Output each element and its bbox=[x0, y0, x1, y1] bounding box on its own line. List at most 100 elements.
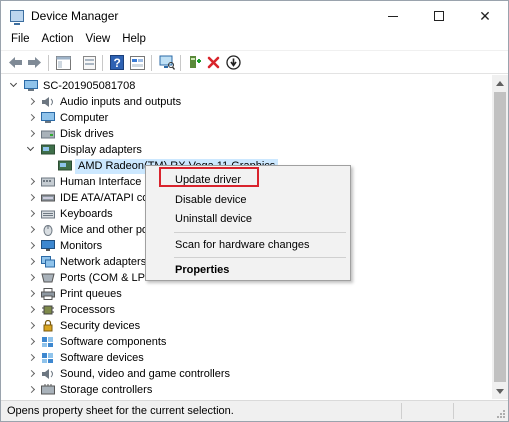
tree-item-label: IDE ATA/ATAPI co bbox=[60, 192, 149, 204]
uninstall-button[interactable] bbox=[205, 54, 222, 71]
menu-separator bbox=[174, 232, 346, 233]
computer-icon bbox=[41, 112, 55, 123]
vertical-scrollbar[interactable] bbox=[492, 75, 508, 399]
expand-chevron-icon[interactable] bbox=[27, 338, 35, 346]
tree-item-label: Display adapters bbox=[60, 144, 142, 156]
expand-chevron-icon[interactable] bbox=[27, 258, 35, 266]
expand-chevron-icon[interactable] bbox=[27, 322, 35, 330]
tree-item-print-queues[interactable]: Print queues bbox=[1, 286, 492, 302]
expand-chevron-icon[interactable] bbox=[27, 242, 35, 250]
scan-hardware-icon bbox=[159, 55, 175, 70]
help-icon: ? bbox=[109, 55, 124, 70]
tree-view-icon bbox=[56, 55, 71, 70]
tree-item-audio[interactable]: Audio inputs and outputs bbox=[1, 94, 492, 110]
uninstall-device-menu-item[interactable]: Uninstall device bbox=[148, 209, 348, 229]
toolbar-separator bbox=[48, 55, 49, 71]
tree-item-software-devices[interactable]: Software devices bbox=[1, 350, 492, 366]
tree-item-processors[interactable]: Processors bbox=[1, 302, 492, 318]
expand-chevron-icon[interactable] bbox=[27, 226, 35, 234]
expand-chevron-icon[interactable] bbox=[27, 210, 35, 218]
toolbar: ? bbox=[1, 50, 508, 74]
tree-item-label: Mice and other po bbox=[60, 224, 149, 236]
update-driver-icon bbox=[226, 55, 241, 70]
disk-icon bbox=[41, 130, 55, 139]
scroll-down-icon bbox=[496, 388, 504, 394]
menu-bar: File Action View Help bbox=[1, 31, 508, 50]
help-button[interactable]: ? bbox=[108, 54, 125, 71]
expand-chevron-icon[interactable] bbox=[27, 178, 35, 186]
tree-item-disk-drives[interactable]: Disk drives bbox=[1, 126, 492, 142]
network-icon bbox=[41, 256, 55, 268]
expand-chevron-icon[interactable] bbox=[27, 114, 35, 122]
software-icon bbox=[42, 337, 53, 347]
keyboard-icon bbox=[41, 210, 55, 219]
collapse-chevron-icon[interactable] bbox=[10, 82, 18, 90]
scan-hardware-menu-item[interactable]: Scan for hardware changes bbox=[148, 235, 348, 255]
status-bar: Opens property sheet for the current sel… bbox=[1, 400, 508, 421]
expand-chevron-icon[interactable] bbox=[27, 354, 35, 362]
show-hidden-button[interactable] bbox=[129, 54, 146, 71]
printer-icon bbox=[41, 288, 55, 300]
properties-button[interactable] bbox=[81, 54, 98, 71]
menu-file[interactable]: File bbox=[1, 31, 36, 50]
toolbar-separator bbox=[180, 55, 181, 71]
status-separator bbox=[401, 403, 402, 419]
storage-icon bbox=[41, 384, 55, 395]
expand-chevron-icon[interactable] bbox=[27, 274, 35, 282]
resize-grip-icon[interactable] bbox=[496, 409, 506, 419]
tree-item-sound-video[interactable]: Sound, video and game controllers bbox=[1, 366, 492, 382]
expand-chevron-icon[interactable] bbox=[27, 306, 35, 314]
menu-view[interactable]: View bbox=[80, 31, 117, 50]
tree-item-software-components[interactable]: Software components bbox=[1, 334, 492, 350]
expand-chevron-icon[interactable] bbox=[27, 98, 35, 106]
expand-chevron-icon[interactable] bbox=[27, 290, 35, 298]
add-driver-button[interactable] bbox=[186, 54, 203, 71]
disable-device-menu-item[interactable]: Disable device bbox=[148, 190, 348, 210]
scroll-up-button[interactable] bbox=[492, 75, 508, 91]
ide-icon bbox=[41, 194, 55, 202]
tree-view-button[interactable] bbox=[55, 54, 72, 71]
monitor-icon bbox=[41, 240, 55, 251]
close-button[interactable]: ✕ bbox=[462, 1, 508, 31]
scan-hardware-button[interactable] bbox=[158, 54, 175, 71]
status-separator bbox=[453, 403, 454, 419]
window-title: Device Manager bbox=[31, 9, 119, 23]
software-icon bbox=[42, 353, 53, 363]
expand-chevron-icon[interactable] bbox=[27, 130, 35, 138]
highlight-annotation-box bbox=[159, 167, 259, 187]
expand-chevron-icon[interactable] bbox=[27, 194, 35, 202]
scroll-thumb[interactable] bbox=[494, 92, 506, 382]
maximize-button[interactable] bbox=[416, 1, 462, 31]
uninstall-icon bbox=[207, 56, 220, 69]
computer-root-icon bbox=[24, 80, 38, 91]
expand-chevron-icon[interactable] bbox=[27, 386, 35, 394]
tree-item-label: Storage controllers bbox=[60, 384, 153, 396]
back-button[interactable] bbox=[7, 54, 24, 71]
tree-root[interactable]: SC-201905081708 bbox=[1, 78, 492, 94]
scroll-down-button[interactable] bbox=[492, 383, 508, 399]
properties-menu-item[interactable]: Properties bbox=[148, 260, 348, 280]
update-driver-button[interactable] bbox=[225, 54, 242, 71]
tree-item-label: Print queues bbox=[60, 288, 122, 300]
tree-item-display-adapters[interactable]: Display adapters bbox=[1, 142, 492, 158]
menu-action[interactable]: Action bbox=[36, 31, 80, 50]
expand-chevron-icon[interactable] bbox=[27, 370, 35, 378]
tree-item-storage-controllers[interactable]: Storage controllers bbox=[1, 382, 492, 398]
close-icon: ✕ bbox=[479, 7, 491, 24]
back-icon bbox=[9, 57, 22, 68]
forward-button[interactable] bbox=[26, 54, 43, 71]
minimize-button[interactable] bbox=[370, 1, 416, 31]
tree-item-security-devices[interactable]: Security devices bbox=[1, 318, 492, 334]
title-bar[interactable]: Device Manager ✕ bbox=[1, 1, 508, 31]
minimize-icon bbox=[388, 15, 398, 17]
status-text: Opens property sheet for the current sel… bbox=[7, 405, 234, 417]
add-driver-icon bbox=[189, 56, 201, 68]
collapse-chevron-icon[interactable] bbox=[27, 146, 35, 154]
menu-help[interactable]: Help bbox=[116, 31, 152, 50]
tree-item-label: Ports (COM & LPT bbox=[60, 272, 152, 284]
tree-item-computer[interactable]: Computer bbox=[1, 110, 492, 126]
show-hidden-icon bbox=[130, 55, 145, 70]
tree-item-label: Security devices bbox=[60, 320, 141, 332]
tree-item-label: Network adapters bbox=[60, 256, 147, 268]
tree-item-label: Human Interface D bbox=[60, 176, 153, 188]
